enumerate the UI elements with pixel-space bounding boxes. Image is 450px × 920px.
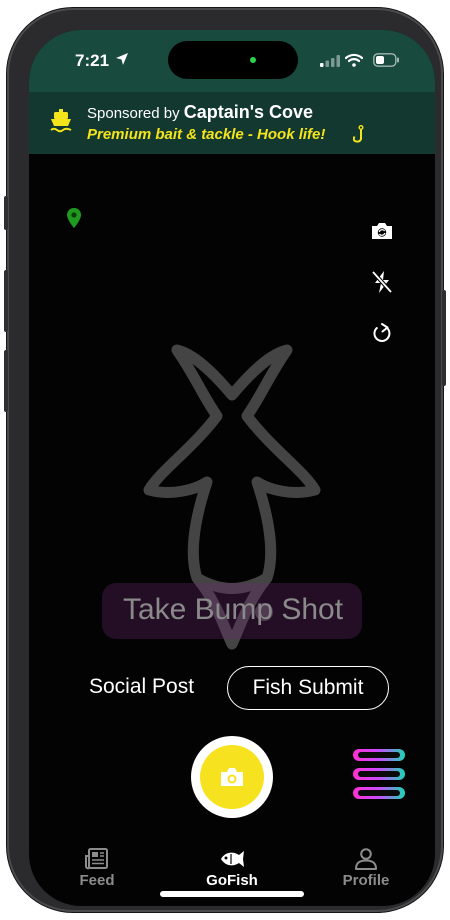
mode-fish-submit[interactable]: Fish Submit (227, 666, 389, 710)
mode-social-post[interactable]: Social Post (89, 675, 194, 699)
camera-icon (221, 768, 243, 786)
menu-bar (353, 787, 405, 799)
volume-up-button (4, 270, 8, 332)
newspaper-icon (85, 848, 108, 870)
status-time: 7:21 (75, 51, 110, 70)
sponsor-brand: Captain's Cove (183, 102, 314, 122)
tab-profile[interactable]: Profile (321, 848, 411, 889)
phone-frame: 7:21 Sponsored by Captain's Cove Premium… (4, 8, 446, 912)
sponsor-tagline: Premium bait & tackle - Hook life! (87, 126, 326, 143)
home-indicator (160, 891, 304, 897)
menu-bar (353, 768, 405, 780)
tab-gofish[interactable]: GoFish (187, 848, 277, 889)
camera-flip-icon[interactable] (370, 221, 394, 241)
bump-shot-label: Take Bump Shot (122, 593, 344, 626)
flash-off-icon[interactable] (371, 270, 393, 294)
tab-feed-label: Feed (79, 872, 115, 889)
volume-down-button (4, 350, 8, 412)
power-button (442, 290, 446, 386)
cellular-signal-icon (320, 55, 340, 67)
tab-gofish-label: GoFish (206, 872, 258, 889)
fish-icon (221, 851, 244, 867)
location-arrow-icon (116, 53, 128, 65)
menu-stack-button[interactable] (353, 749, 405, 801)
screen: 7:21 Sponsored by Captain's Cove Premium… (29, 30, 435, 906)
dynamic-island (168, 41, 298, 79)
map-pin-icon[interactable] (66, 207, 82, 229)
action-button (4, 196, 8, 230)
boat-icon (50, 109, 72, 133)
battery-icon (373, 53, 399, 67)
fishing-hook-icon (353, 125, 364, 143)
sponsor-prefix: Sponsored by (87, 105, 180, 122)
shutter-inner (200, 745, 264, 809)
shutter-button[interactable] (191, 736, 273, 818)
rotate-icon[interactable] (372, 322, 392, 344)
sponsor-title: Sponsored by Captain's Cove (87, 102, 313, 123)
tab-feed[interactable]: Feed (52, 848, 142, 889)
camera-indicator-dot (250, 57, 256, 63)
person-icon (355, 848, 377, 870)
wifi-icon (345, 53, 363, 67)
menu-bar (353, 749, 405, 761)
tab-profile-label: Profile (342, 872, 390, 889)
